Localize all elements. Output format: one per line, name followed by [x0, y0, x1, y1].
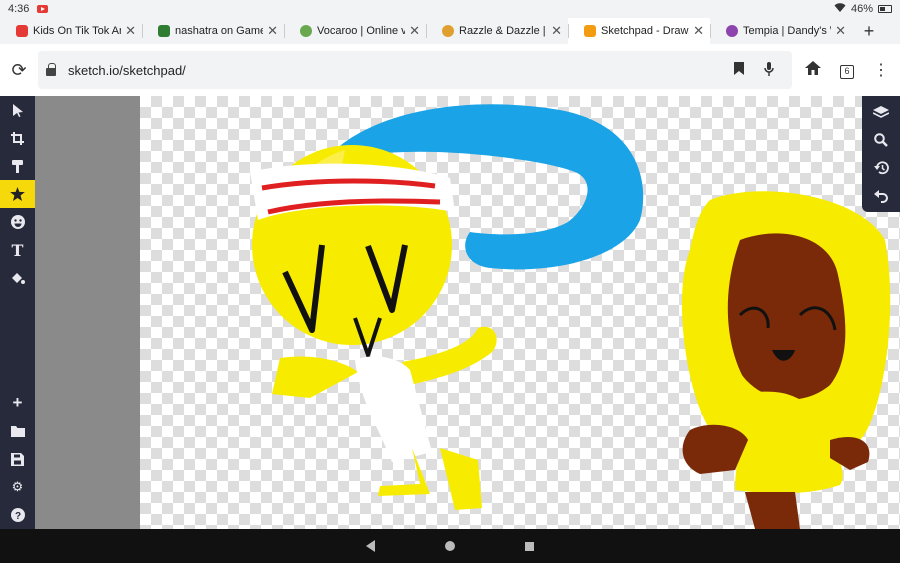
- save-icon[interactable]: [0, 445, 35, 473]
- layers-icon[interactable]: [862, 98, 900, 126]
- browser-tab[interactable]: Razzle & Dazzle | Dand ✕: [426, 18, 568, 44]
- close-icon[interactable]: ✕: [551, 23, 562, 39]
- tab-title: Sketchpad - Draw, Crea: [601, 25, 690, 37]
- history-icon[interactable]: [862, 154, 900, 182]
- new-tab-button[interactable]: +: [852, 21, 886, 42]
- tab-switcher-button[interactable]: 6: [830, 61, 864, 79]
- left-toolbar: T + ⚙ ?: [0, 96, 35, 529]
- add-icon[interactable]: +: [0, 389, 35, 417]
- emoji-tool-icon[interactable]: [0, 208, 35, 236]
- vocaroo-icon: [300, 25, 312, 37]
- battery-icon: [878, 5, 892, 13]
- youtube-icon: [16, 25, 28, 37]
- android-nav-bar: [0, 529, 900, 563]
- browser-tab[interactable]: nashatra on Game Jolt ✕: [142, 18, 284, 44]
- fill-tool-icon[interactable]: [0, 264, 35, 292]
- close-icon[interactable]: ✕: [267, 23, 278, 39]
- stamp-tool-icon[interactable]: [0, 180, 35, 208]
- wifi-icon: [834, 2, 846, 16]
- browser-tab[interactable]: Kids On Tik Tok Are Fu ✕: [0, 18, 142, 44]
- crop-tool-icon[interactable]: [0, 124, 35, 152]
- close-icon[interactable]: ✕: [125, 23, 136, 39]
- recents-icon[interactable]: [525, 541, 534, 551]
- drawing-canvas[interactable]: [140, 96, 900, 529]
- tab-title: Tempia | Dandy's Worl: [743, 25, 831, 37]
- fandom-icon: [726, 25, 738, 37]
- left-toolbar-bottom: + ⚙ ?: [0, 389, 35, 529]
- browser-tab-strip: Kids On Tik Tok Are Fu ✕ nashatra on Gam…: [0, 18, 900, 44]
- close-icon[interactable]: ✕: [693, 23, 704, 39]
- system-status-bar: 4:36 46%: [0, 0, 900, 18]
- bookmark-icon[interactable]: [724, 62, 754, 78]
- lock-icon: [46, 63, 56, 76]
- tab-title: Kids On Tik Tok Are Fu: [33, 25, 122, 37]
- close-icon[interactable]: ✕: [409, 23, 420, 39]
- sketchpad-app: T + ⚙ ?: [0, 96, 900, 529]
- battery-percent: 46%: [850, 3, 873, 15]
- help-icon[interactable]: ?: [0, 501, 35, 529]
- clock: 4:36: [8, 3, 30, 15]
- undo-icon[interactable]: [862, 182, 900, 210]
- artwork: [250, 104, 891, 529]
- text-tool-icon[interactable]: T: [0, 236, 35, 264]
- browser-tab[interactable]: Tempia | Dandy's Worl ✕: [710, 18, 852, 44]
- home-button-icon[interactable]: [445, 541, 455, 551]
- settings-icon[interactable]: ⚙: [0, 473, 35, 501]
- folder-icon[interactable]: [0, 417, 35, 445]
- home-icon[interactable]: [796, 60, 830, 80]
- svg-text:?: ?: [14, 511, 20, 522]
- reload-icon[interactable]: ⟳: [0, 60, 38, 81]
- brush-tool-icon[interactable]: [0, 152, 35, 180]
- browser-tab-active[interactable]: Sketchpad - Draw, Crea ✕: [568, 18, 710, 44]
- menu-icon[interactable]: ⋮: [864, 60, 898, 80]
- tab-count: 6: [840, 65, 854, 79]
- fandom-icon: [442, 25, 454, 37]
- sketchpad-icon: [584, 25, 596, 37]
- tab-title: nashatra on Game Jolt: [175, 25, 264, 37]
- close-icon[interactable]: ✕: [835, 23, 846, 39]
- url-text[interactable]: sketch.io/sketchpad/: [68, 63, 724, 78]
- brown-face-shape: [727, 233, 846, 400]
- canvas-margin: [35, 96, 140, 529]
- youtube-notification-icon: [37, 5, 49, 13]
- status-right: 46%: [834, 2, 892, 16]
- address-bar[interactable]: sketch.io/sketchpad/: [38, 51, 792, 89]
- browser-toolbar: ⟳ sketch.io/sketchpad/ 6 ⋮: [0, 44, 900, 96]
- select-tool-icon[interactable]: [0, 96, 35, 124]
- gamejolt-icon: [158, 25, 170, 37]
- tab-title: Razzle & Dazzle | Dand: [459, 25, 547, 37]
- toolbar-right: 6 ⋮: [796, 60, 898, 80]
- tab-title: Vocaroo | Online voice: [317, 25, 406, 37]
- microphone-icon[interactable]: [754, 61, 784, 79]
- zoom-icon[interactable]: [862, 126, 900, 154]
- browser-tab[interactable]: Vocaroo | Online voice ✕: [284, 18, 426, 44]
- back-icon[interactable]: [366, 540, 375, 552]
- right-toolbar: [862, 96, 900, 212]
